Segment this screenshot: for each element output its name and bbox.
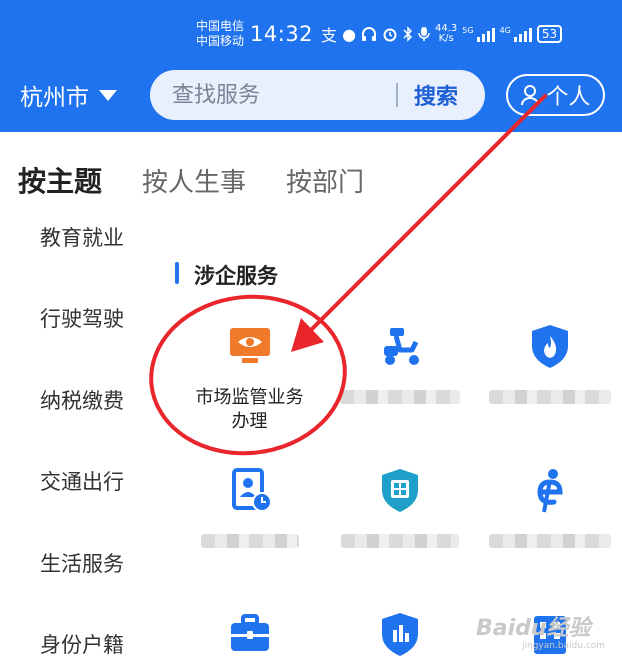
service-2[interactable] [327, 322, 472, 404]
section-accent-bar [175, 262, 179, 284]
alipay-icon: 支 [321, 26, 338, 45]
service-label-line1: 市场监管业务 [195, 387, 304, 408]
qr-shield-icon [381, 469, 418, 512]
bluetooth-icon [403, 26, 413, 42]
sidebar-item-education[interactable]: 教育就业 [40, 222, 124, 252]
personal-button[interactable]: 个人 [506, 74, 605, 116]
signal-icon-2: 4G [500, 26, 532, 42]
caret-down-icon [99, 89, 117, 101]
sidebar-item-life-services[interactable]: 生活服务 [40, 548, 124, 578]
status-icons: 支 ● 44.3 K/s 5G 4G 53 [321, 22, 563, 46]
city-label: 杭州市 [20, 85, 89, 111]
service-5[interactable] [327, 466, 472, 548]
watermark: Baidu经验 [476, 616, 591, 641]
tab-by-theme[interactable]: 按主题 [18, 160, 102, 200]
search-input[interactable] [172, 82, 382, 108]
person-e-icon [536, 469, 563, 513]
category-tabs: 按主题 按人生事 按部门 [18, 160, 404, 200]
search-bar: 搜索 [150, 70, 485, 120]
signal-icon-1: 5G [462, 26, 495, 42]
blurred-label [488, 534, 611, 548]
sidebar-item-tax[interactable]: 纳税缴费 [40, 385, 124, 415]
fire-shield-icon [531, 325, 568, 368]
tab-by-life-event[interactable]: 按人生事 [142, 162, 246, 199]
carrier-1: 中国电信 [196, 19, 245, 33]
blurred-label [488, 390, 611, 404]
watermark-subtitle: jingyan.baidu.com [522, 641, 606, 651]
service-8[interactable] [327, 610, 472, 662]
service-label: 市场监管业务 办理 [177, 386, 322, 434]
net-speed: 44.3 K/s [435, 24, 457, 44]
personal-label: 个人 [546, 85, 591, 110]
net-speed-unit: K/s [438, 33, 454, 44]
status-bar: 中国电信 中国移动 14:32 支 ● 44.3 K/s 5G 4G 53 [196, 14, 563, 54]
shield-chart-icon [381, 613, 418, 656]
monitor-eye-icon [229, 328, 270, 363]
search-button[interactable]: 搜索 [414, 79, 458, 111]
search-divider [396, 83, 398, 107]
sidebar-item-driving[interactable]: 行驶驾驶 [40, 303, 124, 333]
carrier-labels: 中国电信 中国移动 [196, 19, 244, 49]
service-market-supervision[interactable]: 市场监管业务 办理 [177, 322, 322, 434]
id-card-clock-icon [231, 468, 272, 512]
service-4[interactable] [177, 466, 322, 548]
wechat-icon: ● [342, 24, 357, 44]
sidebar-item-transport[interactable]: 交通出行 [40, 466, 124, 496]
service-label-line2: 办理 [231, 411, 268, 432]
sidebar-item-household[interactable]: 身份户籍 [40, 629, 124, 659]
city-selector[interactable]: 杭州市 [20, 78, 117, 112]
service-3[interactable] [477, 322, 622, 404]
user-icon [521, 85, 540, 106]
carrier-2: 中国移动 [196, 34, 245, 48]
blurred-label [339, 390, 460, 404]
service-7[interactable] [177, 610, 322, 662]
scooter-icon [383, 328, 419, 365]
blurred-label [200, 534, 299, 548]
microphone-icon [418, 27, 430, 41]
battery-icon: 53 [536, 25, 563, 43]
signal-1-tag: 5G [462, 26, 474, 35]
service-6[interactable] [477, 466, 622, 548]
signal-2-tag: 4G [499, 26, 511, 35]
service-panel: 涉企服务 市场监管业务 办理 [175, 226, 622, 669]
headphones-icon [362, 27, 377, 41]
section-title: 涉企服务 [194, 264, 278, 288]
briefcase-icon [230, 614, 269, 651]
app-header: 中国电信 中国移动 14:32 支 ● 44.3 K/s 5G 4G 53 杭州… [0, 0, 622, 132]
blurred-label [340, 534, 459, 548]
tab-by-department[interactable]: 按部门 [286, 162, 364, 199]
alarm-icon [383, 28, 397, 42]
clock: 14:32 [250, 22, 314, 46]
